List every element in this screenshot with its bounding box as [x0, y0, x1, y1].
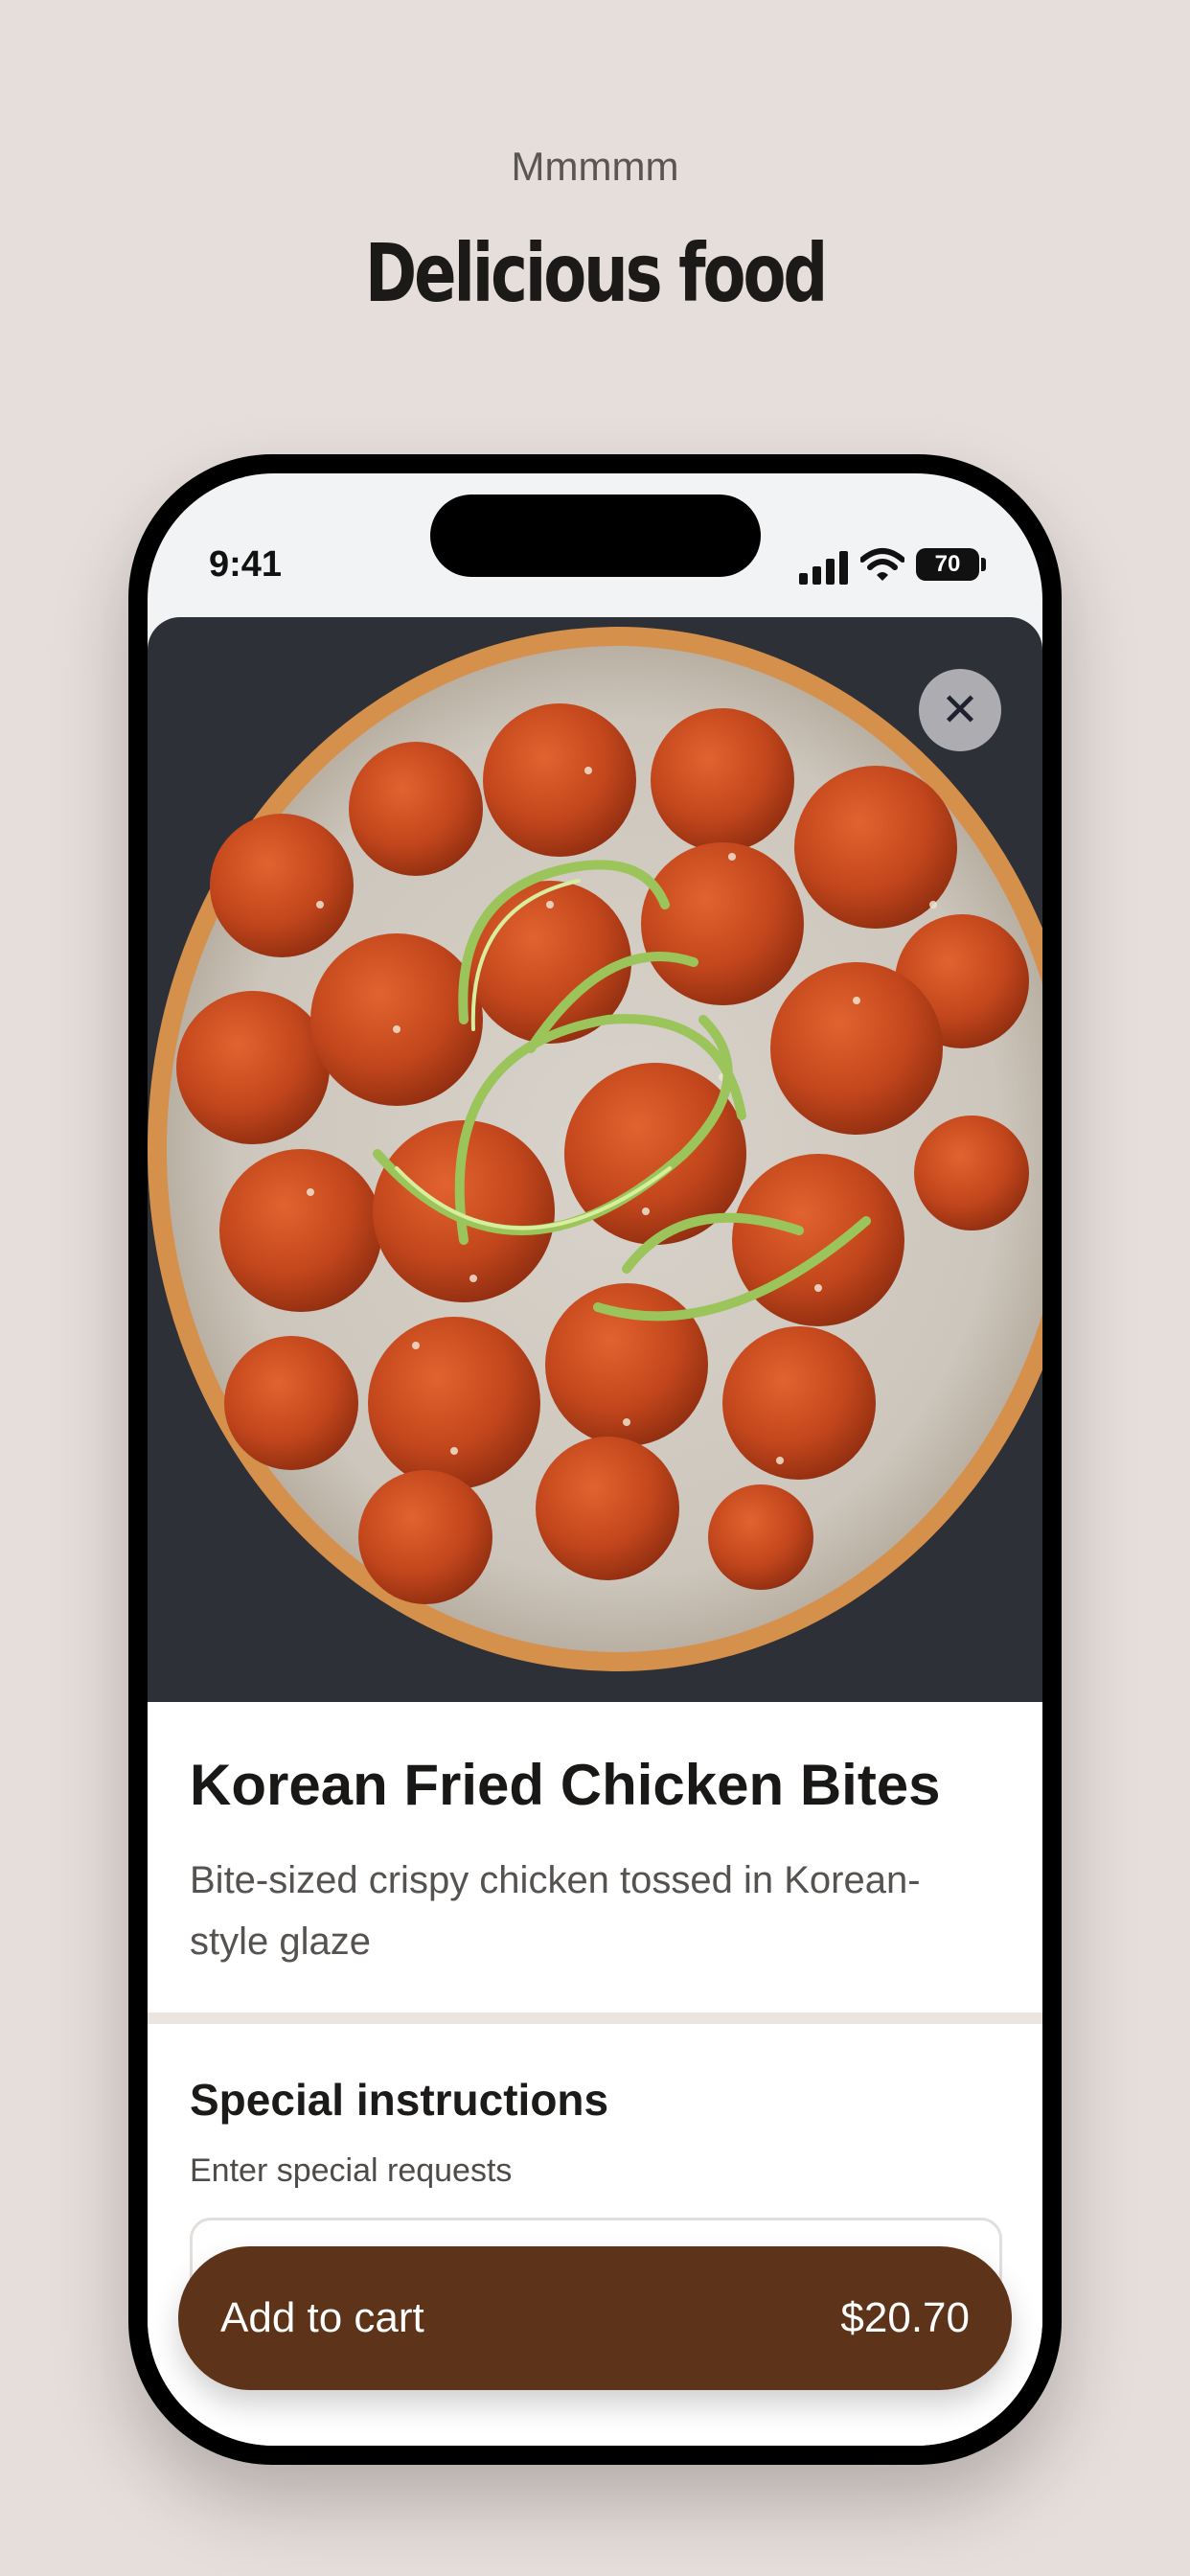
- special-instructions-subtitle: Enter special requests: [190, 2152, 513, 2189]
- close-icon: ✕: [940, 683, 980, 737]
- promo-headline: Delicious food: [364, 226, 828, 320]
- chicken-plate-illustration: [148, 627, 1042, 1671]
- item-description: Bite-sized crispy chicken tossed in Kore…: [190, 1859, 921, 1963]
- phone-screen: 9:41 70 ✕ Korean Fried Chicken Bites Bit…: [148, 473, 1042, 2446]
- cart-price: $20.70: [840, 2294, 970, 2341]
- status-time: 9:41: [209, 544, 283, 585]
- phone-frame: 9:41 70 ✕ Korean Fried Chicken Bites Bit…: [128, 454, 1062, 2465]
- item-title: Korean Fried Chicken Bites: [190, 1753, 941, 1817]
- battery-tip: [981, 558, 986, 571]
- special-instructions-title: Special instructions: [190, 2075, 609, 2125]
- add-to-cart-button[interactable]: Add to cart $20.70: [178, 2246, 1012, 2390]
- wifi-icon: [860, 548, 904, 581]
- section-divider: [148, 2012, 1042, 2024]
- item-detail-sheet: ✕ Korean Fried Chicken Bites Bite-sized …: [148, 617, 1042, 2446]
- promo-eyebrow: Mmmmm: [511, 144, 679, 189]
- signal-icon: [799, 550, 849, 585]
- item-image: ✕: [148, 617, 1042, 1702]
- battery-icon: 70: [916, 548, 979, 581]
- status-bar: 9:41 70: [148, 473, 1042, 627]
- close-button[interactable]: ✕: [919, 669, 1001, 751]
- add-to-cart-label: Add to cart: [220, 2294, 424, 2341]
- dynamic-island: [430, 494, 761, 577]
- app-preview-page: Mmmmm Delicious food 9:41 70 ✕ Korean Fr…: [0, 0, 1190, 2576]
